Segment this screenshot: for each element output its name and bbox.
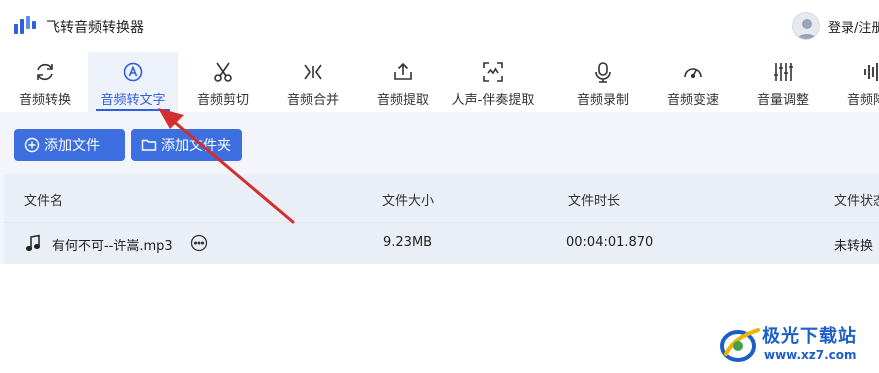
- tab-label: 音量调整: [756, 93, 809, 108]
- tab-label: 人声-伴奏提取: [451, 93, 535, 108]
- plus-circle-icon: [24, 137, 40, 153]
- speedometer-icon: [684, 68, 702, 79]
- tab-audio-cut[interactable]: 音频剪切: [178, 52, 268, 112]
- watermark-title: 极光下载站: [762, 326, 857, 347]
- tab-label: 音频录制: [576, 93, 629, 108]
- tab-label: 音频转换: [18, 93, 71, 108]
- refresh-icon: [37, 63, 53, 81]
- vocal-extract-icon: [483, 62, 503, 82]
- column-header-size[interactable]: 文件大小: [382, 190, 434, 209]
- app-title: 飞转音频转换器: [46, 20, 144, 36]
- user-avatar-icon: [797, 19, 817, 39]
- tab-vocal-extract[interactable]: 人声-伴奏提取: [448, 52, 538, 112]
- add-folder-button[interactable]: 添加文件夹: [131, 129, 242, 161]
- feature-toolbar: 音频转换 音频转文字 音频剪切 音频合并 音频提取 人声-伴奏提取 音频录制 音…: [0, 52, 879, 112]
- add-file-label: 添加文件: [44, 138, 100, 154]
- file-size: 9.23MB: [383, 235, 433, 250]
- add-folder-label: 添加文件夹: [161, 138, 231, 154]
- table-row[interactable]: 有何不可--许嵩.mp3 9.23MB 00:04:01.870 未转换: [4, 222, 879, 264]
- tab-label: 音频变速: [666, 93, 719, 108]
- user-login-area[interactable]: 登录/注册: [792, 12, 879, 40]
- tab-audio-to-text[interactable]: 音频转文字: [88, 52, 178, 112]
- tab-audio-convert[interactable]: 音频转换: [0, 52, 90, 112]
- tab-audio-speed[interactable]: 音频变速: [648, 52, 738, 112]
- more-options-icon[interactable]: [190, 234, 208, 252]
- tab-audio-merge[interactable]: 音频合并: [268, 52, 358, 112]
- music-note-icon: [25, 234, 41, 252]
- file-duration: 00:04:01.870: [566, 235, 654, 250]
- microphone-icon: [595, 62, 611, 83]
- column-header-duration[interactable]: 文件时长: [568, 190, 620, 209]
- file-name: 有何不可--许嵩.mp3: [52, 239, 173, 254]
- watermark-logo-icon: [720, 328, 760, 362]
- file-status: 未转换: [834, 239, 874, 254]
- scissors-icon: [214, 62, 232, 82]
- tab-label: 音频剪切: [196, 93, 249, 108]
- folder-icon: [141, 139, 157, 151]
- tab-label: 音频提取: [376, 93, 429, 108]
- merge-icon: [304, 64, 322, 80]
- waveform-icon: [864, 63, 878, 81]
- login-register-link[interactable]: 登录/注册: [828, 17, 879, 36]
- file-table-header: 文件名 文件大小 文件时长 文件状态: [4, 174, 879, 222]
- app-logo-icon: [14, 16, 36, 34]
- tab-audio-denoise[interactable]: 音频降噪: [828, 52, 879, 112]
- tab-label: 音频转文字: [100, 93, 166, 108]
- active-tab-indicator: [96, 109, 170, 111]
- tab-audio-extract[interactable]: 音频提取: [358, 52, 448, 112]
- audio-to-text-icon: [123, 62, 143, 82]
- extract-icon: [394, 62, 412, 80]
- volume-sliders-icon: [774, 63, 793, 81]
- tab-volume-adjust[interactable]: 音量调整: [738, 52, 828, 112]
- tab-label: 音频合并: [286, 93, 339, 108]
- watermark: 极光下载站 www.xz7.com: [718, 322, 868, 368]
- title-bar: 飞转音频转换器 登录/注册: [0, 0, 879, 52]
- tab-audio-record[interactable]: 音频录制: [558, 52, 648, 112]
- add-file-button[interactable]: 添加文件: [14, 129, 125, 161]
- avatar[interactable]: [792, 12, 820, 40]
- watermark-url: www.xz7.com: [764, 348, 857, 362]
- column-header-filename[interactable]: 文件名: [24, 190, 63, 209]
- tab-label: 音频降噪: [846, 93, 879, 108]
- column-header-status[interactable]: 文件状态: [834, 190, 879, 209]
